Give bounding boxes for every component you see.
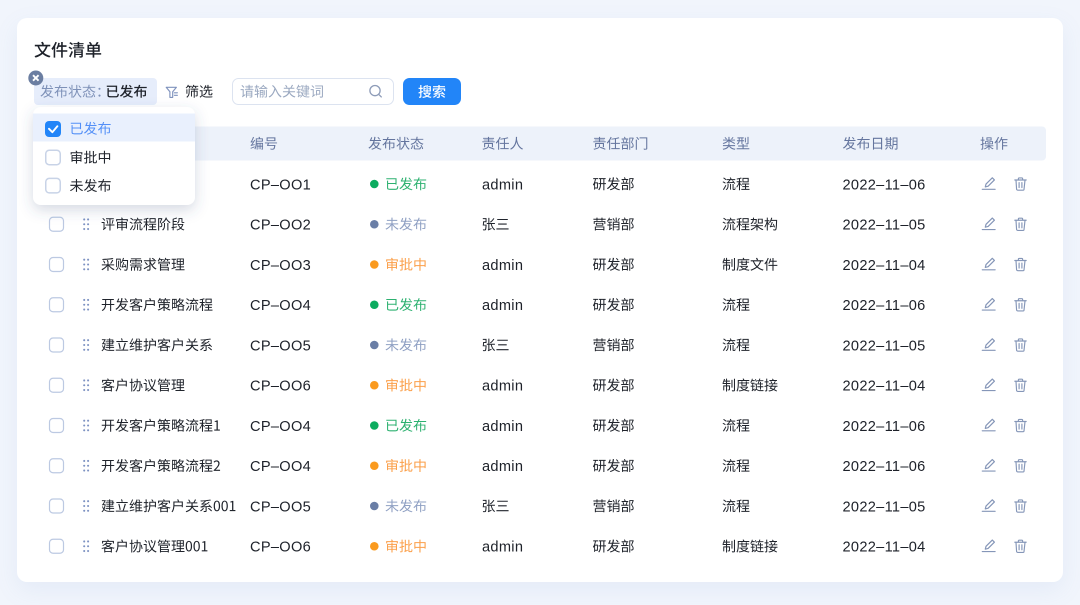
svg-text:CP–OO6: CP–OO6 xyxy=(250,540,311,556)
svg-text:CP–OO6: CP–OO6 xyxy=(250,379,311,395)
svg-text:admin: admin xyxy=(482,459,523,475)
svg-text:admin: admin xyxy=(482,379,523,395)
svg-text:2022–11–04: 2022–11–04 xyxy=(843,258,926,274)
svg-text:2022–11–04: 2022–11–04 xyxy=(843,379,926,395)
svg-text:2022–11–06: 2022–11–06 xyxy=(843,419,926,435)
svg-text:CP–OO4: CP–OO4 xyxy=(250,298,311,314)
svg-text:2022–11–04: 2022–11–04 xyxy=(843,540,926,556)
svg-text:2022–11–06: 2022–11–06 xyxy=(843,177,926,193)
svg-text:2022–11–05: 2022–11–05 xyxy=(843,338,926,354)
svg-text:CP–OO3: CP–OO3 xyxy=(250,258,311,274)
svg-text:CP–OO5: CP–OO5 xyxy=(250,338,311,354)
svg-text:CP–OO5: CP–OO5 xyxy=(250,499,311,515)
svg-text:CP–OO1: CP–OO1 xyxy=(250,177,311,193)
svg-text:admin: admin xyxy=(482,540,523,556)
svg-text:CP–OO4: CP–OO4 xyxy=(250,419,311,435)
svg-text:CP–OO4: CP–OO4 xyxy=(250,459,311,475)
svg-text:2022–11–06: 2022–11–06 xyxy=(843,459,926,475)
svg-text:admin: admin xyxy=(482,298,523,314)
svg-text:2022–11–05: 2022–11–05 xyxy=(843,499,926,515)
svg-text:admin: admin xyxy=(482,177,523,193)
svg-text:admin: admin xyxy=(482,258,523,274)
svg-text:2022–11–05: 2022–11–05 xyxy=(843,218,926,234)
svg-text:CP–OO2: CP–OO2 xyxy=(250,218,311,234)
svg-text:admin: admin xyxy=(482,419,523,435)
svg-text:2022–11–06: 2022–11–06 xyxy=(843,298,926,314)
